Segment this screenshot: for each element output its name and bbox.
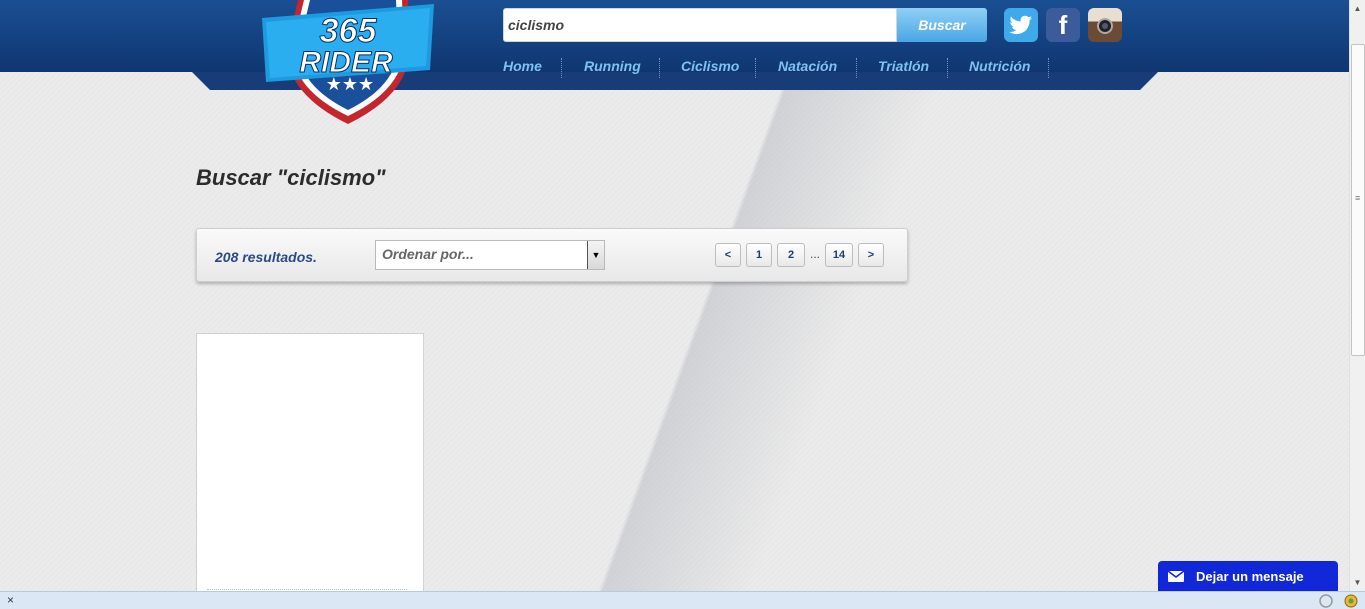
scroll-grip-icon: ≡ [1355,193,1361,203]
scroll-up-icon[interactable]: ▲ [1350,0,1365,17]
search-input[interactable]: ciclismo [503,8,897,42]
nav-separator [1048,58,1049,78]
instagram-icon[interactable] [1088,8,1122,42]
order-select[interactable]: Ordenar por... ▼ [375,240,605,270]
leave-message-button[interactable]: Dejar un mensaje [1158,561,1338,591]
nav-triatlon[interactable]: Triatlón [878,58,929,74]
results-count: 208 resultados. [215,249,317,265]
svg-text:★★★: ★★★ [326,74,374,95]
leave-message-label: Dejar un mensaje [1196,568,1304,584]
nav-natacion[interactable]: Natación [778,58,837,74]
twitter-icon[interactable] [1004,8,1038,42]
results-toolbar: 208 resultados. Ordenar por... ▼ < 1 2 .… [196,228,908,282]
browser-status-bar: × [0,591,1365,609]
loading-icon [1319,594,1333,608]
addon-icon[interactable] [1343,593,1359,609]
search-button[interactable]: Buscar [897,8,987,42]
vertical-scrollbar[interactable]: ▲ ≡ ▼ [1349,0,1365,591]
nav-separator [947,58,948,78]
logo-number: 365 [320,12,378,50]
pagination-last[interactable]: 14 [825,243,853,267]
pagination-prev[interactable]: < [715,243,741,267]
chevron-down-icon[interactable]: ▼ [587,241,604,269]
result-card[interactable] [196,333,424,603]
envelope-icon [1168,570,1184,582]
card-divider [207,589,407,590]
site-logo[interactable]: 365 RIDER ★★★ [258,0,438,128]
pagination-page[interactable]: 2 [777,243,805,267]
nav-nutricion[interactable]: Nutrición [969,58,1030,74]
page-title: Buscar "ciclismo" [196,165,386,190]
nav-separator [856,58,857,78]
pagination-page[interactable]: 1 [746,243,772,267]
scroll-thumb[interactable]: ≡ [1351,44,1365,356]
close-icon[interactable]: × [7,593,14,607]
nav-separator [659,58,660,78]
facebook-icon[interactable]: f [1046,8,1080,42]
order-select-value: Ordenar por... [382,246,474,262]
nav-separator [755,58,756,78]
nav-separator [561,58,562,78]
scroll-down-icon[interactable]: ▼ [1350,574,1365,591]
nav-ciclismo[interactable]: Ciclismo [681,58,739,74]
pagination-ellipsis: ... [810,247,821,261]
nav-home[interactable]: Home [503,58,542,74]
nav-running[interactable]: Running [584,58,641,74]
pagination-next[interactable]: > [858,243,884,267]
